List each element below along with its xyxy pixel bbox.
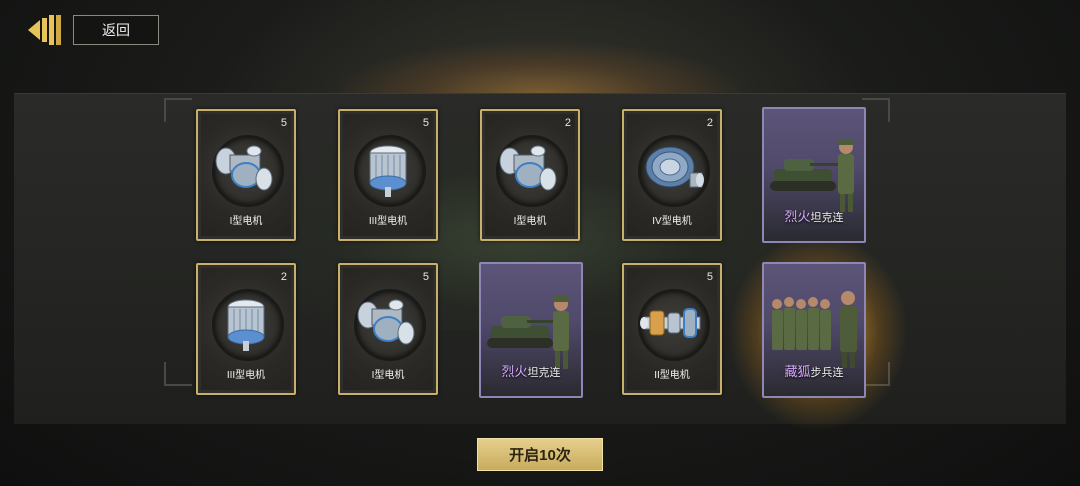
unit-name-suffix: 坦克连	[527, 367, 561, 379]
reward-count: 5	[422, 271, 429, 283]
reward-count: 2	[280, 271, 287, 283]
motor-shaft-icon	[640, 308, 701, 338]
motor-cylinder-icon	[227, 299, 265, 351]
open-ten-times-button[interactable]: 开启10次	[477, 438, 603, 471]
reward-name: III型电机	[368, 216, 408, 227]
motor-part-icon	[357, 299, 415, 345]
reward-name: III型电机	[226, 370, 266, 381]
unit-reward-name: 烈火坦克连	[481, 361, 581, 380]
unit-name-suffix: 步兵连	[810, 367, 844, 379]
unit-reward-name: 烈火坦克连	[764, 206, 864, 225]
back-arrow-icon[interactable]	[26, 14, 64, 46]
reward-name: II型电机	[654, 370, 690, 381]
reward-count: 2	[564, 117, 571, 129]
motor-part-icon	[499, 145, 557, 191]
reward-card[interactable]: 5 III型电机	[338, 109, 438, 241]
reward-card[interactable]: 2 III型电机	[196, 263, 296, 395]
reward-name: I型电机	[229, 216, 263, 227]
back-button-label: 返回	[102, 22, 130, 38]
reward-name: I型电机	[513, 216, 547, 227]
reward-card[interactable]: 2 IV型电机	[622, 109, 722, 241]
gear-motor-icon	[645, 146, 704, 188]
reward-count: 2	[706, 117, 713, 129]
reward-count: 5	[422, 117, 429, 129]
reward-name: IV型电机	[652, 216, 692, 227]
reward-count: 5	[280, 117, 287, 129]
motor-cylinder-icon	[369, 145, 407, 197]
unit-name-highlight: 烈火	[501, 364, 528, 379]
reward-card[interactable]: 5 I型电机	[196, 109, 296, 241]
unit-reward-card[interactable]: 藏狐步兵连	[762, 262, 866, 398]
unit-reward-name: 藏狐步兵连	[764, 361, 864, 380]
motor-part-icon	[215, 145, 273, 191]
unit-reward-card[interactable]: 烈火坦克连	[479, 262, 583, 398]
panel-corner	[862, 98, 890, 122]
unit-name-highlight: 烈火	[784, 209, 811, 224]
reward-card[interactable]: 5 I型电机	[338, 263, 438, 395]
reward-count: 5	[706, 271, 713, 283]
open-button-label: 开启10次	[509, 447, 571, 464]
panel-corner	[164, 98, 192, 122]
unit-reward-card[interactable]: 烈火坦克连	[762, 107, 866, 243]
unit-name-highlight: 藏狐	[784, 364, 811, 379]
reward-card[interactable]: 2 I型电机	[480, 109, 580, 241]
back-button[interactable]: 返回	[73, 15, 159, 45]
unit-name-suffix: 坦克连	[810, 212, 844, 224]
panel-corner	[164, 362, 192, 386]
reward-name: I型电机	[371, 370, 405, 381]
reward-card[interactable]: 5 II型电机	[622, 263, 722, 395]
